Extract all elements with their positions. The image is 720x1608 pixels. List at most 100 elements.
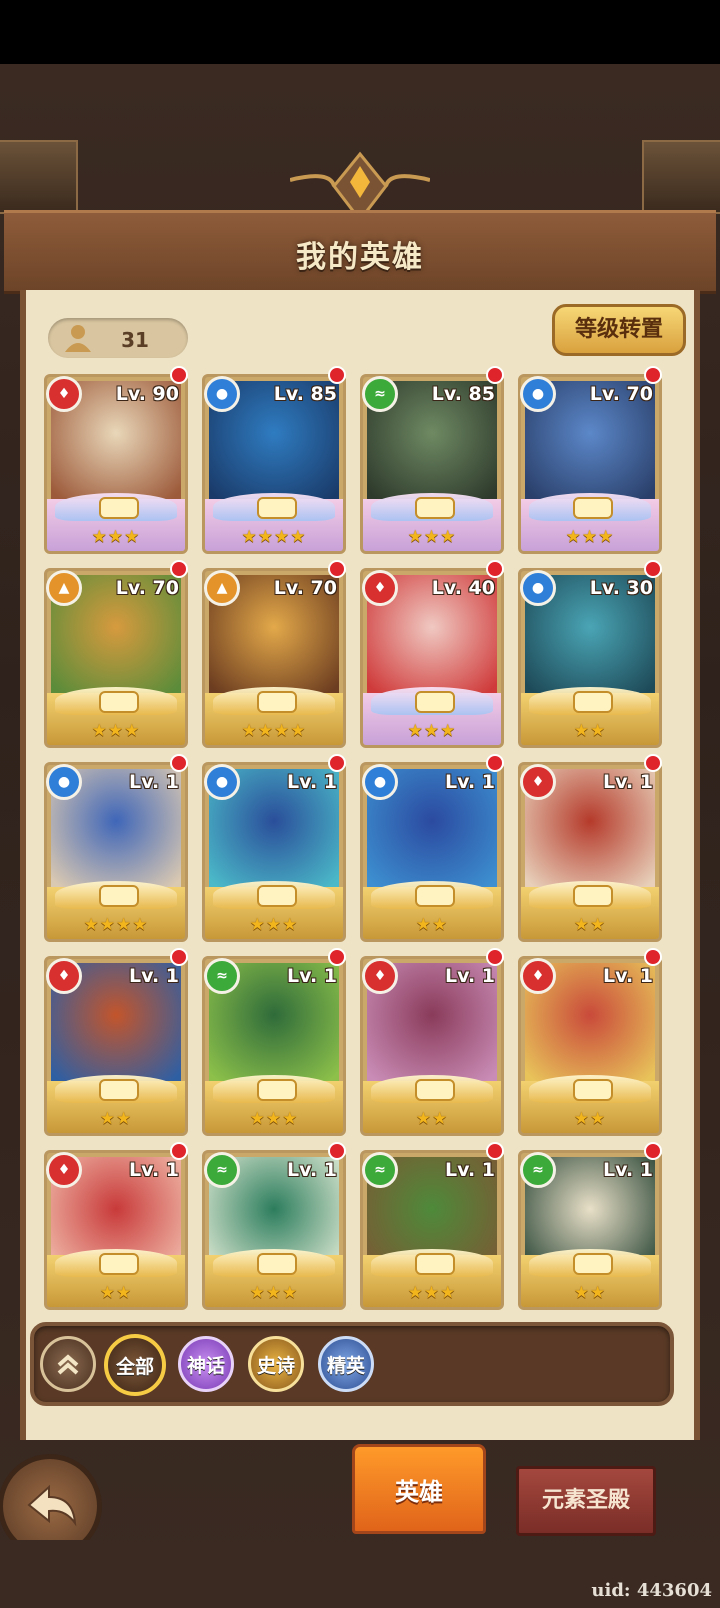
hero-level: Lv. 40 [431, 577, 495, 599]
filter-mythic-button[interactable]: 神话 [178, 1336, 234, 1392]
crown-icon [257, 691, 297, 713]
notification-dot [486, 948, 504, 966]
notification-dot [486, 366, 504, 384]
wind-element-icon: ≈ [362, 376, 398, 412]
hero-level: Lv. 85 [431, 383, 495, 405]
tab-element-temple[interactable]: 元素圣殿 [516, 1466, 656, 1536]
crown-icon [573, 691, 613, 713]
notification-dot [328, 948, 346, 966]
status-bar [0, 0, 720, 64]
crown-icon [99, 497, 139, 519]
collapse-filter-button[interactable] [40, 1336, 96, 1392]
notification-dot [170, 1142, 188, 1160]
notification-dot [486, 754, 504, 772]
notification-dot [644, 948, 662, 966]
crown-icon [573, 885, 613, 907]
hero-level: Lv. 1 [603, 771, 653, 793]
hero-level: Lv. 1 [445, 965, 495, 987]
filter-all-button[interactable]: 全部 [104, 1334, 166, 1396]
crown-icon [99, 885, 139, 907]
tab-hero[interactable]: 英雄 [352, 1444, 486, 1534]
level-transfer-button[interactable]: 等级转置 [552, 304, 686, 356]
hero-level: Lv. 1 [287, 771, 337, 793]
filter-elite-button[interactable]: 精英 [318, 1336, 374, 1392]
hero-stars: ★★★ [249, 1283, 299, 1303]
hero-level: Lv. 70 [273, 577, 337, 599]
notification-dot [170, 948, 188, 966]
hero-stars: ★★★★ [241, 527, 307, 547]
hero-stars: ★★ [99, 1109, 133, 1129]
hero-stars: ★★★ [91, 721, 141, 741]
right-pillar-decoration [642, 140, 720, 214]
hero-level: Lv. 1 [287, 965, 337, 987]
crown-icon [415, 1079, 455, 1101]
hero-stars: ★★ [573, 915, 607, 935]
hero-stars: ★★★★ [83, 915, 149, 935]
hero-stars: ★★★ [249, 1109, 299, 1129]
notification-dot [644, 366, 662, 384]
notification-dot [328, 366, 346, 384]
page-title: 我的英雄 [296, 240, 424, 275]
hero-stars: ★★★ [407, 721, 457, 741]
crown-icon [99, 691, 139, 713]
hero-level: Lv. 1 [445, 771, 495, 793]
notification-dot [644, 754, 662, 772]
hero-level: Lv. 70 [115, 577, 179, 599]
fire-element-icon: ♦ [46, 1152, 82, 1188]
crown-icon [415, 1253, 455, 1275]
hero-stars: ★★ [415, 915, 449, 935]
hero-stars: ★★★ [249, 915, 299, 935]
hero-stars: ★★★ [407, 527, 457, 547]
person-icon [65, 325, 91, 352]
crown-icon [257, 1079, 297, 1101]
earth-element-icon: ▲ [204, 570, 240, 606]
hero-count: 31 [121, 328, 149, 352]
wind-element-icon: ≈ [204, 1152, 240, 1188]
double-chevron-up-icon [57, 1354, 79, 1375]
notification-dot [328, 1142, 346, 1160]
fire-element-icon: ♦ [46, 376, 82, 412]
water-element-icon: ● [204, 376, 240, 412]
crown-icon [415, 691, 455, 713]
crown-icon [573, 1253, 613, 1275]
hero-level: Lv. 1 [129, 965, 179, 987]
hero-level: Lv. 1 [603, 1159, 653, 1181]
hero-stars: ★★★ [91, 527, 141, 547]
fire-element-icon: ♦ [362, 958, 398, 994]
wind-element-icon: ≈ [362, 1152, 398, 1188]
hero-stars: ★★★★ [241, 721, 307, 741]
hero-level: Lv. 1 [287, 1159, 337, 1181]
crown-icon [257, 497, 297, 519]
crown-icon [257, 885, 297, 907]
water-element-icon: ● [520, 570, 556, 606]
notification-dot [486, 560, 504, 578]
water-element-icon: ● [362, 764, 398, 800]
notification-dot [170, 366, 188, 384]
hero-stars: ★★★ [565, 527, 615, 547]
fire-element-icon: ♦ [520, 764, 556, 800]
water-element-icon: ● [204, 764, 240, 800]
hero-level: Lv. 90 [115, 383, 179, 405]
notification-dot [486, 1142, 504, 1160]
water-element-icon: ● [520, 376, 556, 412]
hero-level: Lv. 70 [589, 383, 653, 405]
hero-stars: ★★ [573, 721, 607, 741]
hero-level: Lv. 85 [273, 383, 337, 405]
crown-icon [99, 1253, 139, 1275]
hero-level: Lv. 1 [603, 965, 653, 987]
fire-element-icon: ♦ [520, 958, 556, 994]
hero-stars: ★★ [573, 1283, 607, 1303]
filter-epic-button[interactable]: 史诗 [248, 1336, 304, 1392]
uid-label: uid: 443604 [591, 1580, 712, 1601]
hero-level: Lv. 1 [445, 1159, 495, 1181]
crown-icon [99, 1079, 139, 1101]
notification-dot [644, 560, 662, 578]
back-arrow-icon [27, 1484, 77, 1527]
wind-element-icon: ≈ [520, 1152, 556, 1188]
wind-element-icon: ≈ [204, 958, 240, 994]
crown-icon [415, 497, 455, 519]
hero-level: Lv. 1 [129, 771, 179, 793]
notification-dot [328, 560, 346, 578]
hero-stars: ★★ [415, 1109, 449, 1129]
fire-element-icon: ♦ [46, 958, 82, 994]
